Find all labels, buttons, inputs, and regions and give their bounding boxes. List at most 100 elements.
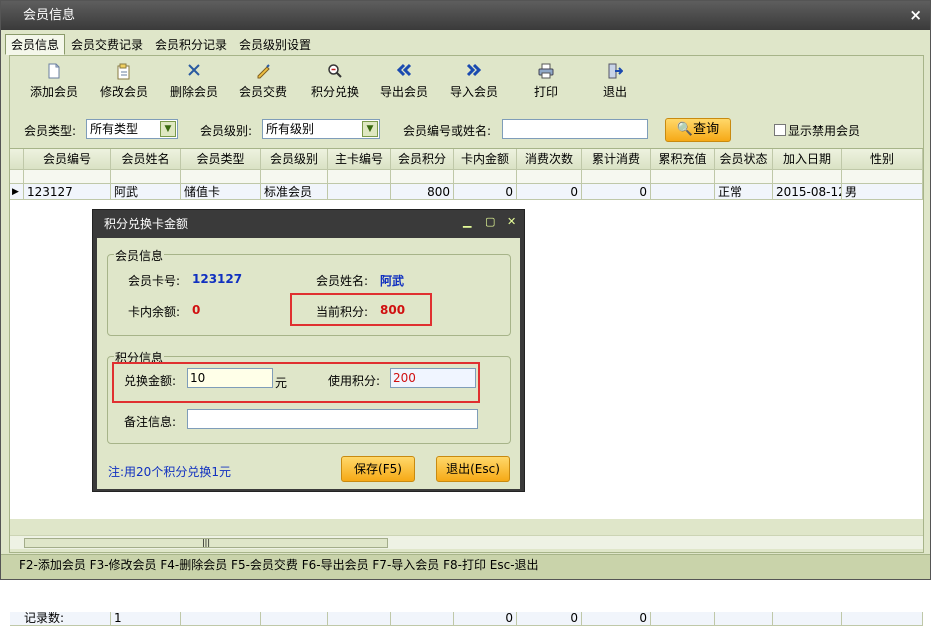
delete-member-label: 删除会员 (169, 85, 218, 99)
remark-input[interactable] (187, 409, 478, 429)
exit-label: 退出 (602, 85, 627, 99)
filter-cell[interactable] (454, 170, 517, 184)
dialog-close-icon[interactable]: ✕ (507, 215, 516, 228)
save-button[interactable]: 保存(F5) (341, 456, 415, 482)
member-type-value: 所有类型 (90, 122, 139, 136)
tab-member-info[interactable]: 会员信息 (5, 34, 66, 55)
summary-consume-count: 0 (517, 612, 582, 626)
table-cell[interactable]: 123127 (24, 184, 111, 200)
table-cell[interactable]: 0 (454, 184, 517, 200)
filter-cell[interactable] (261, 170, 328, 184)
table-cell[interactable]: 标准会员 (261, 184, 328, 200)
table-cell[interactable] (328, 184, 391, 200)
minimize-icon[interactable]: ▁ (463, 215, 471, 228)
table-cell[interactable] (651, 184, 715, 200)
member-payment-button[interactable]: 会员交费 (237, 60, 289, 104)
column-header[interactable]: 性别 (842, 149, 923, 170)
filter-cell[interactable] (391, 170, 454, 184)
filter-cell[interactable] (24, 170, 111, 184)
table-cell[interactable]: 阿武 (111, 184, 181, 200)
column-header[interactable]: 会员编号 (24, 149, 111, 170)
column-header[interactable]: 会员积分 (391, 149, 454, 170)
window-titlebar: 会员信息 × (1, 1, 930, 30)
summary-balance: 0 (454, 612, 517, 626)
column-header[interactable]: 卡内金额 (454, 149, 517, 170)
remark-label: 备注信息: (124, 415, 177, 429)
filter-cell[interactable] (582, 170, 651, 184)
tab-level-settings[interactable]: 会员级别设置 (233, 34, 317, 55)
tab-points-records[interactable]: 会员积分记录 (149, 34, 233, 55)
import-members-button[interactable]: 导入会员 (448, 60, 500, 104)
highlight-box (290, 293, 432, 326)
exit-button[interactable]: 退出 (595, 60, 635, 104)
search-input[interactable] (502, 119, 648, 139)
column-header[interactable]: 消费次数 (517, 149, 582, 170)
summary-cell (715, 612, 773, 626)
column-header[interactable]: 加入日期 (773, 149, 842, 170)
member-payment-label: 会员交费 (238, 85, 287, 99)
filter-row (10, 170, 923, 184)
column-header[interactable]: 会员类型 (181, 149, 261, 170)
summary-cell (328, 612, 391, 626)
show-disabled-checkbox[interactable] (774, 124, 786, 136)
table-cell[interactable]: 男 (842, 184, 923, 200)
print-label: 打印 (533, 85, 558, 99)
table-cell[interactable]: 正常 (715, 184, 773, 200)
filter-cell[interactable] (328, 170, 391, 184)
table-cell[interactable]: 储值卡 (181, 184, 261, 200)
export-members-button[interactable]: 导出会员 (378, 60, 430, 104)
summary-total-consume: 0 (582, 612, 651, 626)
edit-member-button[interactable]: 修改会员 (98, 60, 150, 104)
member-type-select[interactable]: 所有类型 ▼ (86, 119, 178, 139)
table-cell[interactable]: 800 (391, 184, 454, 200)
filter-cell[interactable] (842, 170, 923, 184)
column-header[interactable]: 会员级别 (261, 149, 328, 170)
filter-cell[interactable] (181, 170, 261, 184)
print-button[interactable]: 打印 (524, 60, 568, 104)
table-cell[interactable]: 0 (517, 184, 582, 200)
horizontal-scrollbar[interactable]: ||| (10, 535, 923, 549)
record-count-value: 1 (111, 612, 181, 626)
exit-dialog-button[interactable]: 退出(Esc) (436, 456, 510, 482)
query-button[interactable]: 🔍查询 (665, 118, 731, 142)
column-header[interactable]: 会员姓名 (111, 149, 181, 170)
member-level-select[interactable]: 所有级别 ▼ (262, 119, 380, 139)
column-header[interactable]: 累积充值 (651, 149, 715, 170)
record-count-label: 记录数: (10, 612, 111, 626)
tab-payment-records[interactable]: 会员交费记录 (65, 34, 149, 55)
delete-member-button[interactable]: 删除会员 (168, 60, 220, 104)
table-cell[interactable]: 0 (582, 184, 651, 200)
points-exchange-dialog: 积分兑换卡金额 ▁ ▢ ✕ 会员信息 会员卡号: 123127 会员姓名: 阿武… (92, 209, 525, 492)
chevron-down-icon[interactable]: ▼ (160, 121, 176, 137)
member-level-value: 所有级别 (266, 122, 315, 136)
filter-cell[interactable] (715, 170, 773, 184)
delete-icon (168, 63, 220, 83)
filter-cell[interactable] (111, 170, 181, 184)
column-header[interactable]: 主卡编号 (328, 149, 391, 170)
summary-cell (651, 612, 715, 626)
column-header[interactable]: 会员状态 (715, 149, 773, 170)
search-icon: 🔍 (676, 122, 694, 137)
search-label: 会员编号或姓名: (403, 124, 492, 138)
pen-icon (237, 63, 289, 83)
document-icon (28, 63, 80, 83)
table-row[interactable]: ▶ 123127 阿武 储值卡 标准会员 800 0 0 0 正常 2015-0… (10, 184, 923, 200)
balance-value: 0 (192, 303, 201, 317)
points-exchange-button[interactable]: 积分兑换 (309, 60, 361, 104)
filter-cell[interactable] (517, 170, 582, 184)
edit-member-label: 修改会员 (99, 85, 148, 99)
maximize-icon[interactable]: ▢ (485, 215, 495, 228)
chevron-down-icon[interactable]: ▼ (362, 121, 378, 137)
add-member-button[interactable]: 添加会员 (28, 60, 80, 104)
filter-cell[interactable] (773, 170, 842, 184)
close-icon[interactable]: × (909, 6, 922, 24)
scrollbar-thumb[interactable]: ||| (24, 538, 388, 548)
table-cell[interactable]: 2015-08-12 (773, 184, 842, 200)
filter-bar: 会员类型: 所有类型 ▼ 会员级别: 所有级别 ▼ 会员编号或姓名: 显示禁用会… (10, 114, 923, 144)
filter-cell[interactable] (651, 170, 715, 184)
dialog-title: 积分兑换卡金额 (104, 217, 189, 231)
column-header[interactable]: 累计消费 (582, 149, 651, 170)
query-label: 查询 (693, 122, 720, 137)
exchange-rate-note: 注:用20个积分兑换1元 (108, 465, 231, 479)
magnifier-icon (309, 63, 361, 83)
